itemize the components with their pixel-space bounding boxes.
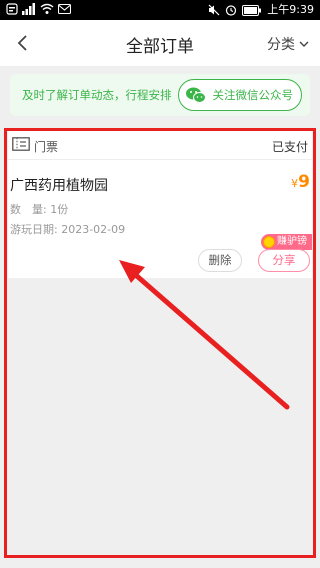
delete-button[interactable]: 删除 xyxy=(198,249,242,272)
wifi-icon xyxy=(40,3,54,14)
signal-icon xyxy=(22,3,35,15)
ticket-icon xyxy=(12,137,30,151)
order-card[interactable]: 门票 已支付 广西药用植物园 ¥9 数 量: 1份 游玩日期: 2023-02-… xyxy=(8,130,312,278)
product-price: ¥9 xyxy=(291,172,310,192)
coin-icon xyxy=(263,236,275,248)
price-value: 9 xyxy=(298,172,310,192)
earn-points-label: 赚驴镑 xyxy=(277,236,307,247)
chevron-down-icon xyxy=(299,41,309,47)
mute-icon xyxy=(208,4,220,16)
category-filter-button[interactable]: 分类 xyxy=(267,34,310,54)
category-filter-label: 分类 xyxy=(267,37,295,53)
order-card-header: 门票 已支付 xyxy=(8,130,312,160)
order-quantity: 数 量: 1份 xyxy=(10,203,69,216)
notification-icon xyxy=(6,3,18,15)
order-type-label: 门票 xyxy=(34,140,59,154)
status-bar: 上午9:39 xyxy=(0,0,320,20)
wechat-icon xyxy=(185,87,206,103)
order-status: 已支付 xyxy=(271,140,308,154)
status-left xyxy=(6,3,71,15)
status-time: 上午9:39 xyxy=(267,3,314,16)
follow-wechat-button[interactable]: 关注微信公众号 xyxy=(177,79,302,111)
earn-points-badge: 赚驴镑 xyxy=(261,234,312,250)
battery-icon xyxy=(242,4,262,16)
banner-text: 及时了解订单动态，行程安排 xyxy=(22,88,172,102)
visit-date: 游玩日期: 2023-02-09 xyxy=(10,223,126,236)
status-right: 上午9:39 xyxy=(208,3,314,17)
nav-bar: 全部订单 分类 xyxy=(0,20,320,66)
alarm-icon xyxy=(226,5,237,16)
message-icon xyxy=(58,3,71,15)
wechat-follow-banner: 及时了解订单动态，行程安排 关注微信公众号 xyxy=(10,74,310,116)
product-name: 广西药用植物园 xyxy=(10,178,108,194)
back-arrow-icon[interactable] xyxy=(12,32,34,54)
follow-wechat-label: 关注微信公众号 xyxy=(212,88,294,102)
share-button[interactable]: 分享 xyxy=(258,249,310,272)
